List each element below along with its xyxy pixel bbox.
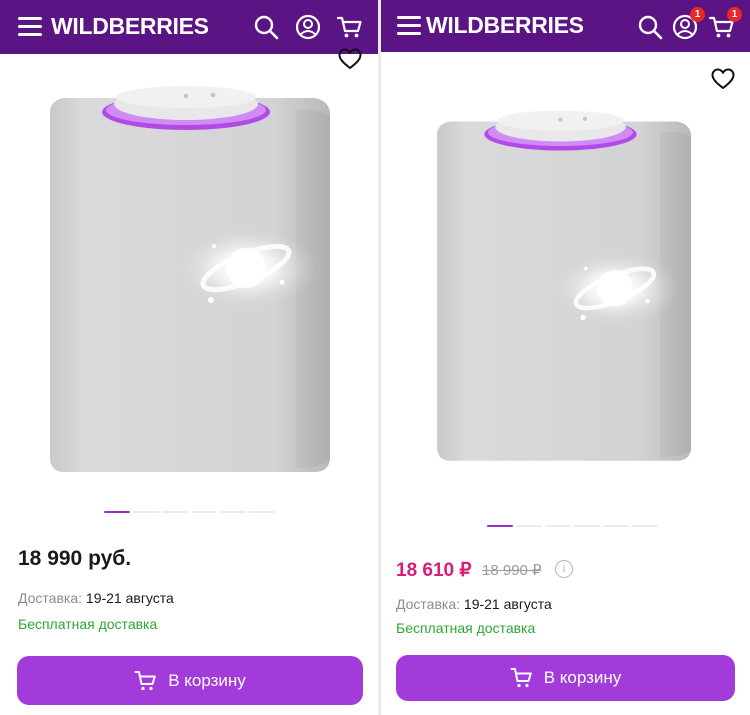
product-price: 18 990 руб. (18, 547, 132, 570)
product-card-left: WILDBERRIES 18 990 руб. Доставка: 19-21 … (0, 0, 378, 715)
heart-icon[interactable] (711, 68, 735, 90)
gallery-pagination[interactable] (487, 525, 658, 527)
add-to-cart-label: В корзину (543, 668, 622, 687)
free-delivery-text: Бесплатная доставка (396, 620, 536, 636)
search-icon[interactable] (636, 13, 664, 41)
delivery-info: Доставка: 19-21 августа (396, 596, 552, 612)
brand-logo[interactable]: WILDBERRIES (426, 12, 584, 39)
search-icon[interactable] (252, 13, 280, 41)
profile-icon[interactable]: 1 (671, 7, 705, 41)
free-delivery-text: Бесплатная доставка (18, 616, 158, 632)
heart-icon[interactable] (338, 48, 362, 70)
menu-icon[interactable] (18, 17, 42, 37)
profile-icon[interactable] (294, 13, 322, 41)
profile-badge: 1 (690, 7, 705, 22)
old-price: 18 990 ₽ (482, 562, 542, 579)
smart-speaker-image (46, 82, 336, 512)
header-bar: WILDBERRIES (0, 0, 378, 54)
cart-icon[interactable] (336, 13, 364, 41)
header-bar: WILDBERRIES 1 1 (381, 0, 750, 52)
product-image[interactable] (381, 52, 750, 512)
menu-icon[interactable] (397, 16, 421, 36)
info-icon[interactable]: i (555, 560, 573, 578)
delivery-dates: 19-21 августа (85, 590, 174, 606)
delivery-info: Доставка: 19-21 августа (18, 590, 174, 606)
delivery-label: Доставка: (396, 596, 461, 612)
cart-badge: 1 (727, 7, 742, 22)
cart-icon (510, 667, 534, 689)
sale-price: 18 610 ₽ (396, 560, 472, 581)
product-image[interactable] (0, 48, 378, 494)
delivery-dates: 19-21 августа (463, 596, 552, 612)
smart-speaker-image (425, 107, 705, 497)
cart-icon (134, 670, 158, 692)
add-to-cart-label: В корзину (168, 670, 246, 690)
product-card-right: WILDBERRIES 1 1 18 610 ₽ 18 990 ₽ i Дост… (381, 0, 750, 715)
add-to-cart-button[interactable]: В корзину (17, 656, 363, 705)
cart-icon[interactable]: 1 (708, 7, 742, 41)
brand-logo[interactable]: WILDBERRIES (51, 13, 209, 40)
add-to-cart-button[interactable]: В корзину (396, 655, 735, 701)
delivery-label: Доставка: (18, 590, 83, 606)
gallery-pagination[interactable] (104, 511, 275, 513)
